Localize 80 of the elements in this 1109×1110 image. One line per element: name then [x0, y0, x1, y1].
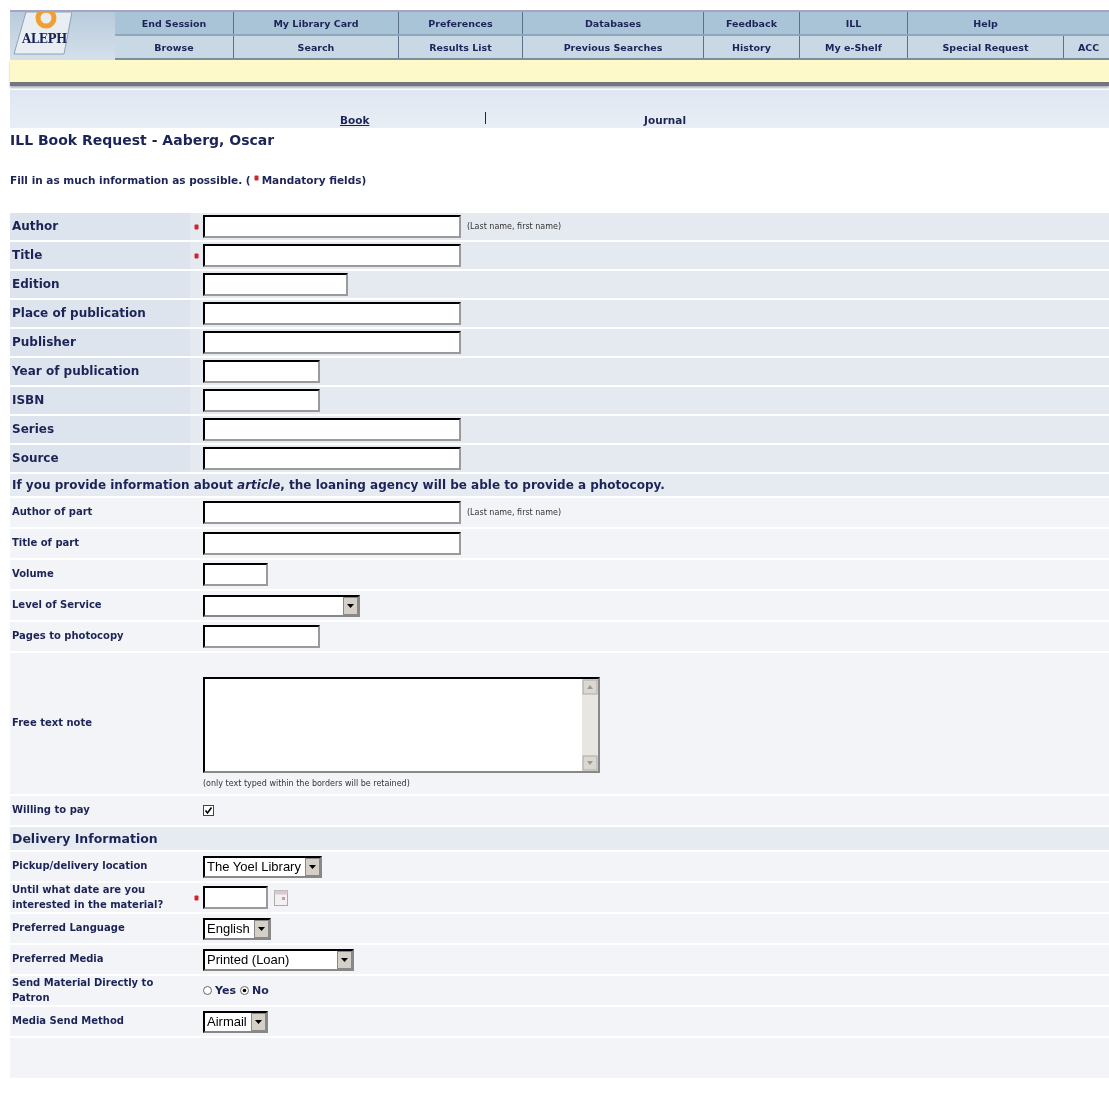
text-field[interactable] — [203, 244, 461, 267]
field-label: Year of publication — [10, 358, 190, 385]
nav-link[interactable]: Search — [297, 41, 335, 53]
text-field[interactable] — [203, 563, 268, 586]
field-label: Volume — [11, 567, 55, 582]
field-label: Edition — [10, 271, 190, 298]
nav-link[interactable]: Browse — [154, 41, 194, 53]
scrollbar[interactable] — [582, 679, 598, 771]
section-heading: If you provide information about article, the loaning agency will be able to provide a photocopy. — [10, 474, 1109, 496]
dropdown[interactable]: Printed (Loan) — [203, 948, 354, 971]
instruction-text: Mandatory fields) — [261, 174, 367, 186]
text-field[interactable] — [203, 215, 461, 238]
page-title: ILL Book Request - Aaberg, Oscar — [10, 132, 276, 148]
nav-link[interactable]: Preferences — [428, 17, 493, 29]
radio-label: Yes — [215, 984, 236, 997]
text-field[interactable] — [203, 447, 461, 470]
radio-button[interactable] — [239, 986, 249, 995]
field-label: Title — [10, 242, 190, 269]
nav-link[interactable]: Feedback — [726, 17, 777, 29]
required-icon — [253, 175, 259, 181]
dropdown[interactable]: Airmail — [203, 1010, 268, 1033]
field-label: Publisher — [10, 329, 190, 356]
field-hint: (Last name, first name) — [467, 222, 562, 231]
dropdown[interactable]: The Yoel Library — [203, 855, 322, 878]
field-label: Media Send Method — [11, 1014, 125, 1029]
text-field[interactable] — [203, 418, 461, 441]
field-label: Until what date are you interested in the material? — [11, 883, 165, 912]
field-label: Preferred Language — [11, 921, 126, 936]
field-label: Series — [10, 416, 190, 443]
caret-icon — [337, 950, 352, 969]
field-label: Author — [10, 213, 190, 240]
checkbox[interactable] — [203, 805, 214, 816]
text-field[interactable] — [203, 625, 320, 648]
nav-link[interactable]: Databases — [584, 17, 642, 29]
logo[interactable]: ALEPH — [10, 12, 115, 60]
field-label: Level of Service — [11, 598, 103, 613]
field-label: Place of publication — [10, 300, 190, 327]
text-field[interactable] — [203, 360, 320, 383]
caret-icon — [250, 1012, 266, 1031]
field-label: ISBN — [10, 387, 190, 414]
nav-link[interactable]: My Library Card — [273, 17, 359, 29]
date-field[interactable] — [203, 886, 268, 909]
field-label: Author of part — [11, 505, 94, 520]
nav-link[interactable]: Previous Searches — [563, 41, 663, 53]
nav-link[interactable]: History — [732, 41, 771, 53]
instruction-text: Fill in as much information as possible. ( — [10, 174, 251, 186]
field-label: Title of part — [11, 536, 81, 551]
field-label: Willing to pay — [11, 803, 91, 818]
text-field[interactable] — [203, 302, 461, 325]
text-field[interactable] — [203, 501, 461, 524]
nav-link[interactable]: ACC — [1078, 41, 1100, 53]
request-type-tab[interactable]: Book — [330, 114, 370, 126]
radio-button[interactable] — [203, 986, 212, 995]
field-label: Pickup/delivery location — [11, 859, 149, 874]
nav-link[interactable]: End Session — [141, 17, 207, 29]
request-type-tab[interactable]: Journal — [644, 114, 686, 126]
caret-icon — [253, 919, 269, 938]
dropdown[interactable]: English — [203, 917, 271, 940]
nav-link[interactable]: Help — [973, 17, 998, 29]
caret-icon — [343, 596, 358, 615]
field-hint: (Last name, first name) — [467, 508, 562, 517]
field-label: Pages to photocopy — [11, 629, 125, 644]
text-field[interactable] — [203, 389, 320, 412]
field-label: Source — [10, 445, 190, 472]
nav-link[interactable]: ILL — [845, 17, 862, 29]
field-label: Free text note — [11, 716, 93, 731]
nav-link[interactable]: My e-Shelf — [825, 41, 882, 53]
text-field[interactable] — [203, 532, 461, 555]
field-label: Send Material Directly to Patron — [11, 976, 155, 1005]
text-field[interactable] — [203, 273, 348, 296]
radio-label: No — [251, 984, 269, 997]
dropdown[interactable] — [203, 594, 360, 617]
field-label: Preferred Media — [11, 952, 105, 967]
field-hint: (only text typed within the borders will be retained) — [203, 779, 411, 788]
text-field[interactable] — [203, 331, 461, 354]
text-area[interactable] — [203, 677, 600, 773]
caret-icon — [304, 857, 320, 876]
nav-link[interactable]: Special Request — [942, 41, 1029, 53]
nav-link[interactable]: Results List — [429, 41, 492, 53]
section-heading: Delivery Information — [10, 827, 1109, 850]
